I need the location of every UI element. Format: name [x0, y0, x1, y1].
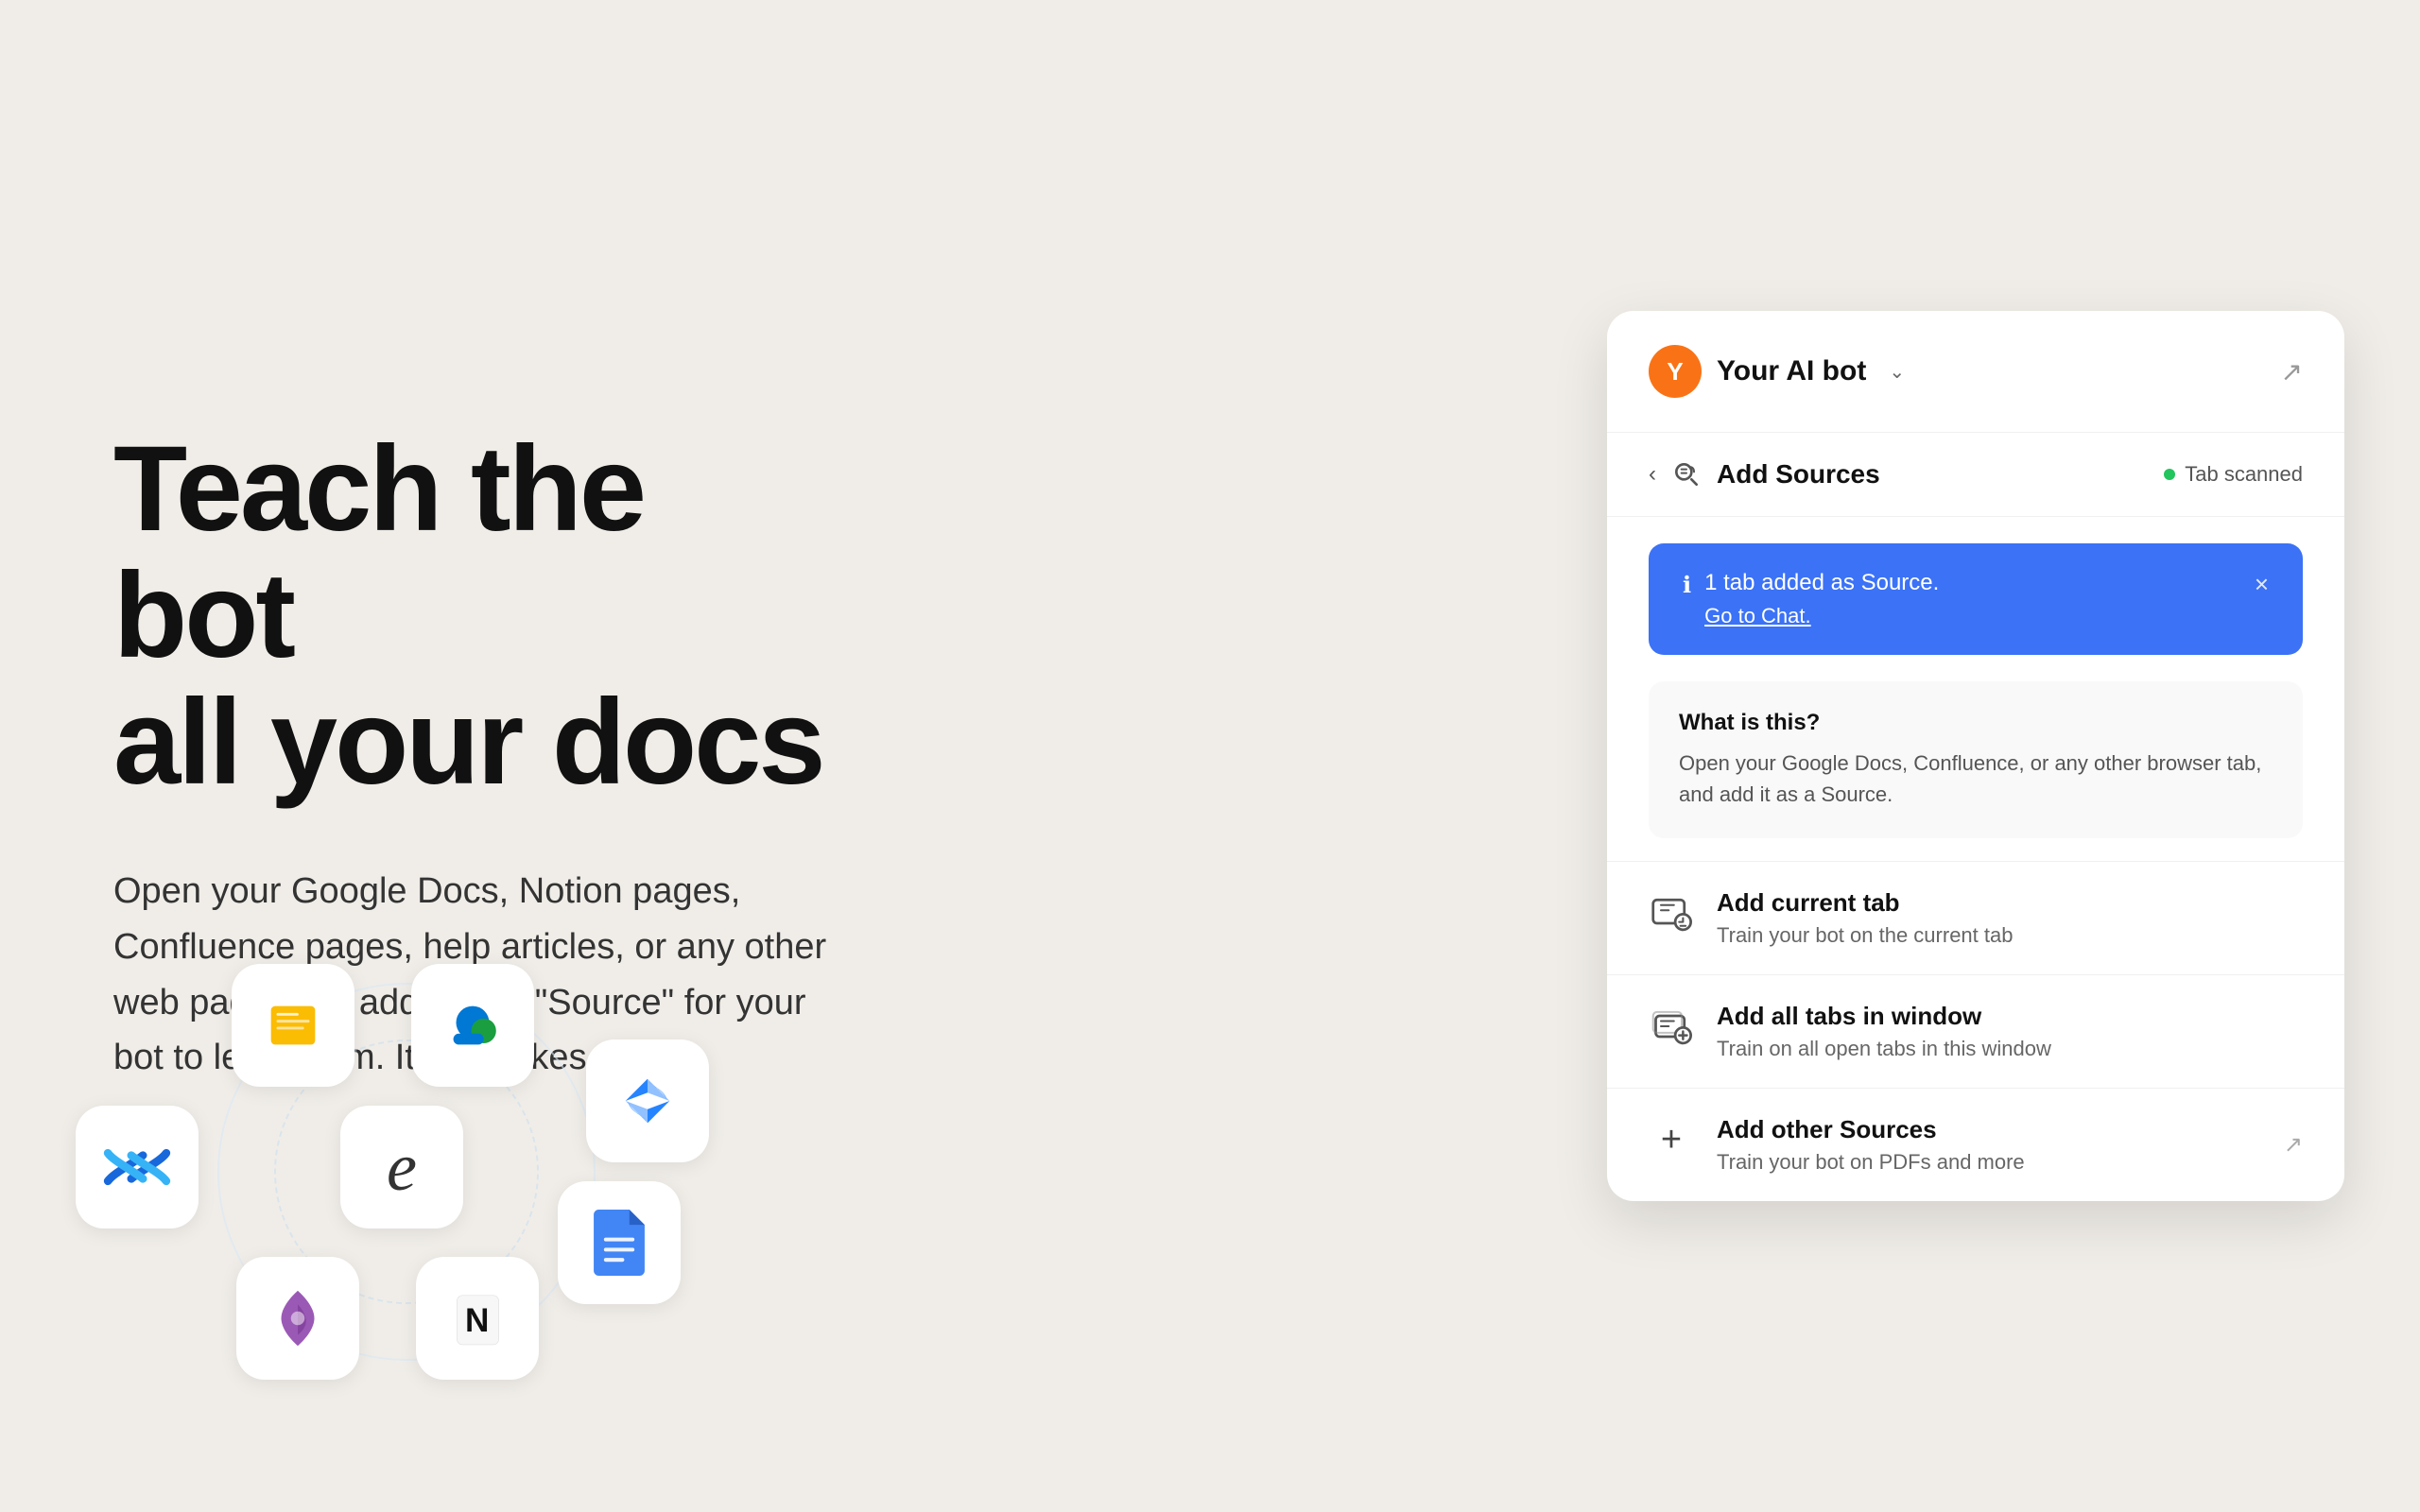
add-all-tabs-subtitle: Train on all open tabs in this window	[1717, 1037, 2303, 1061]
tab-scanned-badge: Tab scanned	[2164, 462, 2303, 487]
external-arrow-icon: ↗	[2284, 1131, 2303, 1159]
google-docs-icon	[558, 1181, 681, 1304]
add-all-tabs-icon	[1649, 1004, 1694, 1049]
add-current-tab-title: Add current tab	[1717, 888, 2303, 918]
app-icons-area: e N	[76, 964, 737, 1455]
panel-header: Y Your AI bot ⌄ ↗	[1607, 311, 2344, 433]
headline: Teach the botall your docs	[113, 426, 851, 807]
add-all-tabs-text: Add all tabs in window Train on all open…	[1717, 1002, 2303, 1061]
notification-close-button[interactable]: ×	[2255, 570, 2269, 599]
go-to-chat-link[interactable]: Go to Chat.	[1704, 604, 1811, 627]
add-other-sources-title: Add other Sources	[1717, 1115, 2261, 1144]
tab-scanned-text: Tab scanned	[2185, 462, 2303, 487]
sharepoint-icon	[411, 964, 534, 1087]
google-slides-icon	[232, 964, 354, 1087]
chevron-down-icon[interactable]: ⌄	[1889, 360, 1905, 384]
back-arrow-icon[interactable]: ‹	[1649, 461, 1656, 488]
add-sources-left: ‹ Add Sources	[1649, 459, 1880, 490]
bot-avatar: Y	[1649, 345, 1702, 398]
what-description: Open your Google Docs, Confluence, or an…	[1679, 747, 2273, 810]
panel-subheader: ‹ Add Sources Tab scanned	[1607, 433, 2344, 517]
add-all-tabs-item[interactable]: Add all tabs in window Train on all open…	[1607, 974, 2344, 1088]
add-other-sources-icon: +	[1649, 1117, 1694, 1162]
jira-icon	[586, 1040, 709, 1162]
add-current-tab-subtitle: Train your bot on the current tab	[1717, 923, 2303, 948]
notification-banner: ℹ 1 tab added as Source. Go to Chat. ×	[1649, 543, 2303, 655]
green-dot-icon	[2164, 469, 2175, 480]
add-other-sources-text: Add other Sources Train your bot on PDFs…	[1717, 1115, 2261, 1175]
bot-name: Your AI bot	[1717, 355, 1866, 387]
info-icon: ℹ	[1683, 572, 1691, 599]
add-current-tab-item[interactable]: Add current tab Train your bot on the cu…	[1607, 861, 2344, 974]
notification-main-text: 1 tab added as Source.	[1704, 570, 1939, 596]
add-other-sources-item[interactable]: + Add other Sources Train your bot on PD…	[1607, 1088, 2344, 1201]
notification-content: ℹ 1 tab added as Source. Go to Chat.	[1683, 570, 1939, 628]
add-current-tab-text: Add current tab Train your bot on the cu…	[1717, 888, 2303, 948]
svg-text:N: N	[464, 1302, 488, 1339]
notion-icon: N	[416, 1257, 539, 1380]
designmaker-icon	[236, 1257, 359, 1380]
bot-identity: Y Your AI bot ⌄	[1649, 345, 1905, 398]
add-current-tab-icon	[1649, 890, 1694, 936]
notification-text: 1 tab added as Source. Go to Chat.	[1704, 570, 1939, 628]
add-other-sources-subtitle: Train your bot on PDFs and more	[1717, 1150, 2261, 1175]
right-section: Y Your AI bot ⌄ ↗ ‹	[1607, 311, 2344, 1201]
add-sources-icon	[1671, 459, 1702, 490]
confluence-icon	[76, 1106, 199, 1228]
edge-icon: e	[340, 1106, 463, 1228]
external-link-icon[interactable]: ↗	[2281, 356, 2303, 387]
what-title: What is this?	[1679, 710, 2273, 736]
add-sources-label: Add Sources	[1717, 459, 1880, 490]
extension-panel: Y Your AI bot ⌄ ↗ ‹	[1607, 311, 2344, 1201]
what-is-this-section: What is this? Open your Google Docs, Con…	[1649, 681, 2303, 838]
add-all-tabs-title: Add all tabs in window	[1717, 1002, 2303, 1031]
